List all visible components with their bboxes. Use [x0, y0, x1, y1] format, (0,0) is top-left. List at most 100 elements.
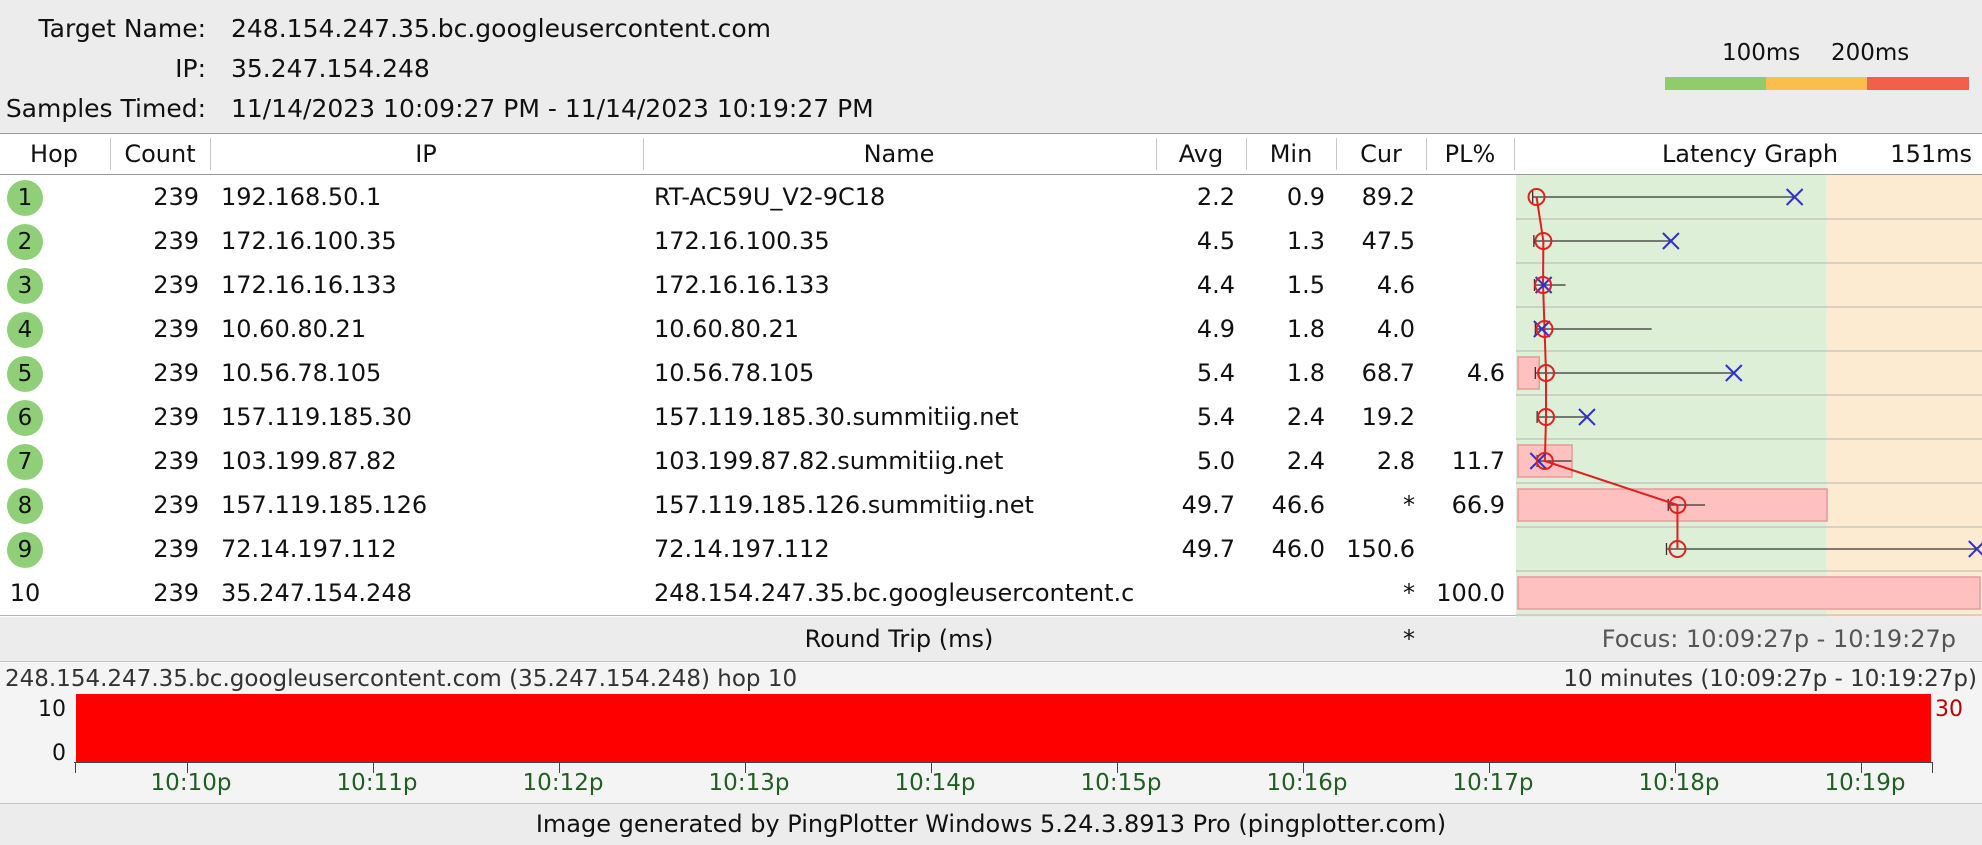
- col-cur[interactable]: Cur: [1337, 134, 1425, 174]
- hostname-cell: 10.60.80.21: [654, 315, 800, 343]
- count-cell: 239: [153, 271, 199, 299]
- count-cell: 239: [153, 447, 199, 475]
- count-cell: 239: [153, 315, 199, 343]
- timeline-tick-label: 10:12p: [522, 770, 604, 796]
- avg-cell: 49.7: [1181, 491, 1235, 519]
- avg-cell: 5.0: [1196, 447, 1235, 475]
- hop-status-indicator: 5: [7, 356, 43, 392]
- cur-cell: 19.2: [1361, 403, 1415, 431]
- ip-cell: 103.199.87.82: [221, 447, 397, 475]
- col-ip[interactable]: IP: [211, 134, 641, 174]
- avg-cell: 4.4: [1196, 271, 1235, 299]
- hostname-cell: 248.154.247.35.bc.googleusercontent.c: [654, 579, 1135, 607]
- timeline-tick-label: 10:11p: [336, 770, 418, 796]
- scale-bar-red: [1867, 77, 1969, 90]
- latency-graph[interactable]: [1516, 175, 1982, 618]
- timeline-graph[interactable]: 248.154.247.35.bc.googleusercontent.com …: [0, 662, 1982, 803]
- table-header-row: Hop Count IP Name Avg Min Cur PL% Latenc…: [0, 134, 1982, 175]
- col-latency-graph[interactable]: Latency Graph: [1640, 134, 1860, 174]
- timeline-tick-label: 10:15p: [1080, 770, 1162, 796]
- min-cell: 46.6: [1271, 491, 1325, 519]
- col-hop[interactable]: Hop: [0, 134, 108, 174]
- avg-cell: 49.7: [1181, 535, 1235, 563]
- cur-cell: 47.5: [1361, 227, 1415, 255]
- avg-cell: 2.2: [1196, 183, 1235, 211]
- ip-cell: 157.119.185.126: [221, 491, 428, 519]
- min-cell: 46.0: [1271, 535, 1325, 563]
- avg-cell: 4.9: [1196, 315, 1235, 343]
- timeline-y-top: 10: [38, 697, 66, 722]
- hop-status-indicator: 1: [7, 180, 43, 216]
- min-cell: 1.5: [1286, 271, 1325, 299]
- cur-cell: 2.8: [1376, 447, 1415, 475]
- hostname-cell: 172.16.16.133: [654, 271, 830, 299]
- min-cell: [1247, 571, 1325, 615]
- cur-cell: 150.6: [1346, 535, 1415, 563]
- round-trip-label: Round Trip (ms): [804, 625, 994, 653]
- round-trip-cur: *: [1403, 625, 1415, 653]
- ip-cell: 172.16.16.133: [221, 271, 397, 299]
- packet-loss-cell: [1427, 307, 1505, 351]
- packet-loss-cell: 100.0: [1436, 579, 1505, 607]
- hostname-cell: 103.199.87.82.summitiig.net: [654, 447, 1004, 475]
- timeline-tick-label: 10:14p: [894, 770, 976, 796]
- timeline-axis: [74, 762, 1933, 763]
- col-count[interactable]: Count: [111, 134, 209, 174]
- cur-cell: *: [1403, 491, 1415, 519]
- cur-cell: 89.2: [1361, 183, 1415, 211]
- ip-cell: 35.247.154.248: [221, 579, 412, 607]
- packet-loss-bar: [76, 694, 1931, 762]
- min-cell: 1.8: [1286, 315, 1325, 343]
- hop-status-indicator: 2: [7, 224, 43, 260]
- packet-loss-cell: [1427, 175, 1505, 219]
- hop-status-indicator: 4: [7, 312, 43, 348]
- hop-status-indicator: 9: [7, 532, 43, 568]
- packet-loss-cell: 11.7: [1451, 447, 1505, 475]
- timeline-tick-label: 10:13p: [708, 770, 790, 796]
- focus-range[interactable]: Focus: 10:09:27p - 10:19:27p: [1500, 617, 1956, 661]
- samples-timed-label: Samples Timed:: [5, 94, 206, 123]
- ip-cell: 157.119.185.30: [221, 403, 412, 431]
- min-cell: 1.3: [1286, 227, 1325, 255]
- ip-cell: 192.168.50.1: [221, 183, 382, 211]
- hop-number: 10: [9, 579, 41, 607]
- hostname-cell: 72.14.197.112: [654, 535, 830, 563]
- avg-cell: 5.4: [1196, 359, 1235, 387]
- target-name-value: 248.154.247.35.bc.googleusercontent.com: [231, 14, 772, 43]
- samples-timed-value: 11/14/2023 10:09:27 PM - 11/14/2023 10:1…: [231, 94, 874, 123]
- count-cell: 239: [153, 579, 199, 607]
- hostname-cell: 157.119.185.30.summitiig.net: [654, 403, 1019, 431]
- scale-label-100ms: 100ms: [1722, 40, 1801, 66]
- col-avg[interactable]: Avg: [1157, 134, 1245, 174]
- ip-value: 35.247.154.248: [231, 54, 430, 83]
- col-pl[interactable]: PL%: [1427, 134, 1513, 174]
- scale-bar-green: [1665, 77, 1766, 90]
- avg-cell: 4.5: [1196, 227, 1235, 255]
- col-min[interactable]: Min: [1247, 134, 1335, 174]
- packet-loss-cell: [1427, 219, 1505, 263]
- hop-status-indicator: 8: [7, 488, 43, 524]
- trace-table: Hop Count IP Name Avg Min Cur PL% Latenc…: [0, 133, 1982, 618]
- count-cell: 239: [153, 535, 199, 563]
- col-name[interactable]: Name: [644, 134, 1154, 174]
- latency-zone-yellow: [1826, 175, 1982, 618]
- latency-graph-max: 151ms: [1890, 140, 1972, 168]
- ip-cell: 72.14.197.112: [221, 535, 397, 563]
- avg-cell: [1157, 571, 1235, 615]
- hop-status-indicator: 6: [7, 400, 43, 436]
- target-summary-header: Target Name: 248.154.247.35.bc.googleuse…: [0, 0, 1982, 132]
- hostname-cell: RT-AC59U_V2-9C18: [654, 183, 886, 211]
- min-cell: 0.9: [1286, 183, 1325, 211]
- packet-loss-cell: [1427, 263, 1505, 307]
- timeline-tick-label: 10:10p: [150, 770, 232, 796]
- count-cell: 239: [153, 403, 199, 431]
- hop-status-indicator: 3: [7, 268, 43, 304]
- cur-cell: 4.6: [1376, 271, 1415, 299]
- timeline-range-title: 10 minutes (10:09:27p - 10:19:27p): [1563, 666, 1977, 692]
- min-cell: 2.4: [1286, 403, 1325, 431]
- packet-loss-cell: [1427, 395, 1505, 439]
- count-cell: 239: [153, 491, 199, 519]
- timeline-target-title: 248.154.247.35.bc.googleusercontent.com …: [5, 666, 798, 692]
- packet-loss-cell: 4.6: [1466, 359, 1505, 387]
- column-divider[interactable]: [1514, 138, 1515, 170]
